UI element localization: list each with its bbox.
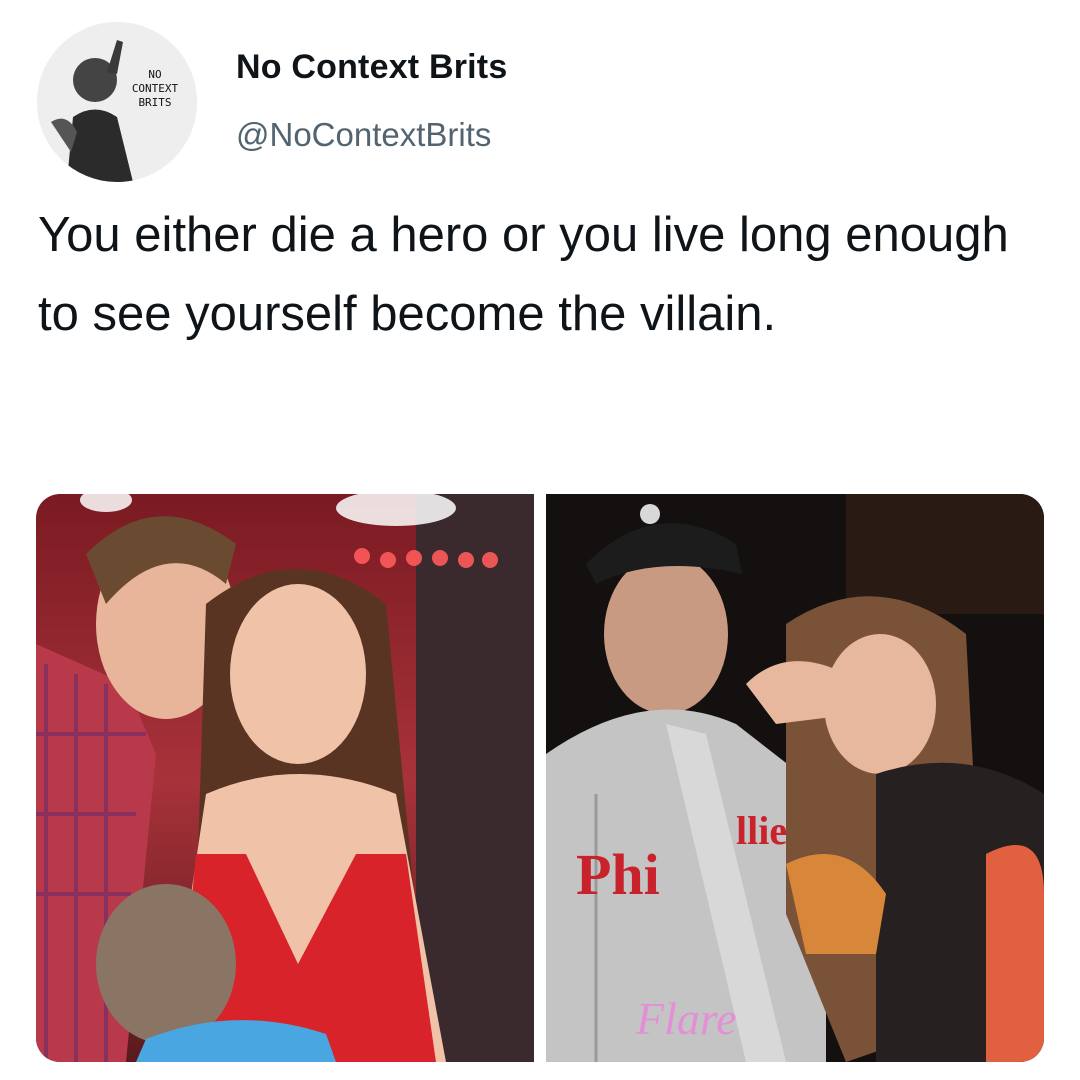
tweet-media[interactable]: Phi llies Flare: [36, 494, 1044, 1062]
author-handle[interactable]: @NoContextBrits: [236, 116, 491, 154]
svg-text:BRITS: BRITS: [138, 96, 171, 109]
profile-avatar-icon: NO CONTEXT BRITS: [37, 22, 197, 182]
media-photo-left[interactable]: [36, 494, 534, 1062]
photo-icon: Phi llies Flare: [546, 494, 1044, 1062]
tweet-text: You either die a hero or you live long e…: [38, 208, 1009, 341]
svg-text:NO: NO: [148, 68, 161, 81]
svg-text:CONTEXT: CONTEXT: [132, 82, 179, 95]
svg-text:Phi: Phi: [576, 842, 660, 907]
photo-icon: [36, 494, 534, 1062]
svg-text:Flare: Flare: [635, 993, 737, 1044]
media-photo-right[interactable]: Phi llies Flare: [546, 494, 1044, 1062]
author-display-name[interactable]: No Context Brits: [236, 48, 507, 87]
profile-avatar[interactable]: NO CONTEXT BRITS: [37, 22, 197, 182]
